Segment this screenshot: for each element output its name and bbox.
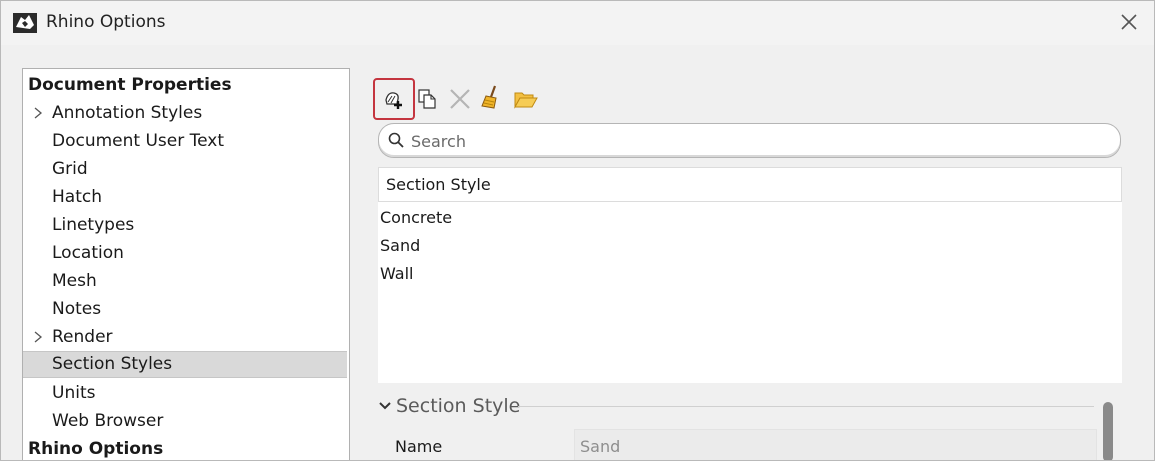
tree-item-section-styles[interactable]: Section Styles — [23, 351, 347, 378]
name-label: Name — [395, 437, 443, 456]
open-folder-button[interactable] — [507, 78, 547, 118]
folder-open-icon — [514, 92, 538, 109]
tree-item-render[interactable]: Render — [23, 324, 347, 350]
chevron-right-icon[interactable] — [33, 107, 43, 119]
close-icon[interactable] — [1118, 11, 1140, 33]
tree-item-document-properties[interactable]: Document Properties — [23, 72, 347, 98]
tree-item-document-user-text[interactable]: Document User Text — [23, 128, 347, 154]
tree-item-units[interactable]: Units — [23, 380, 347, 406]
rhino-app-icon — [13, 13, 37, 33]
options-tree[interactable]: Document Properties Annotation Styles Do… — [22, 68, 350, 460]
chevron-right-icon[interactable] — [33, 331, 43, 343]
tree-item-label: Mesh — [52, 271, 97, 291]
tree-item-rhino-options[interactable]: Rhino Options — [23, 436, 347, 460]
tree-item-location[interactable]: Location — [23, 240, 347, 266]
search-icon — [388, 132, 404, 148]
tree-item-label: Grid — [52, 159, 88, 179]
tree-item-label: Hatch — [52, 187, 102, 207]
tree-item-hatch[interactable]: Hatch — [23, 184, 347, 210]
delete-icon — [450, 89, 470, 109]
tree-item-label: Render — [52, 327, 113, 347]
title-bar: Rhino Options — [1, 1, 1154, 45]
search-input[interactable] — [409, 128, 1103, 154]
section-styles-list[interactable]: Section Style Concrete Sand Wall — [378, 167, 1122, 383]
name-field[interactable]: Sand — [574, 429, 1097, 460]
broom-icon — [481, 85, 497, 109]
column-header-label: Section Style — [386, 175, 491, 194]
tree-item-label: Annotation Styles — [52, 103, 203, 123]
new-section-style-button[interactable] — [373, 78, 415, 120]
list-item[interactable]: Concrete — [380, 204, 452, 232]
section-style-group-title[interactable]: Section Style — [396, 395, 520, 417]
tree-item-mesh[interactable]: Mesh — [23, 268, 347, 294]
rhino-options-dialog: Rhino Options Document Properties Annota… — [0, 0, 1155, 461]
copy-icon — [418, 89, 436, 109]
tree-item-label: Linetypes — [52, 215, 135, 235]
tree-item-linetypes[interactable]: Linetypes — [23, 212, 347, 238]
window-title: Rhino Options — [46, 12, 166, 32]
tree-item-annotation-styles[interactable]: Annotation Styles — [23, 100, 347, 126]
tree-item-label: Document Properties — [28, 75, 232, 95]
divider — [518, 406, 1094, 407]
properties-scrollbar[interactable] — [1103, 402, 1113, 460]
search-box[interactable] — [378, 123, 1121, 158]
new-section-style-icon — [385, 92, 402, 109]
tree-item-label: Web Browser — [52, 411, 164, 431]
tree-item-web-browser[interactable]: Web Browser — [23, 408, 347, 434]
list-item[interactable]: Sand — [380, 232, 420, 260]
tree-item-grid[interactable]: Grid — [23, 156, 347, 182]
tree-item-label: Document User Text — [52, 131, 225, 151]
tree-item-label: Section Styles — [52, 354, 173, 374]
chevron-down-icon[interactable] — [379, 402, 391, 410]
tree-item-label: Rhino Options — [28, 439, 164, 459]
tree-item-label: Location — [52, 243, 124, 263]
tree-item-label: Notes — [52, 299, 102, 319]
tree-item-notes[interactable]: Notes — [23, 296, 347, 322]
list-item[interactable]: Wall — [380, 260, 414, 288]
list-column-header[interactable]: Section Style — [378, 167, 1122, 202]
name-field-value: Sand — [580, 437, 621, 456]
tree-item-label: Units — [52, 383, 96, 403]
